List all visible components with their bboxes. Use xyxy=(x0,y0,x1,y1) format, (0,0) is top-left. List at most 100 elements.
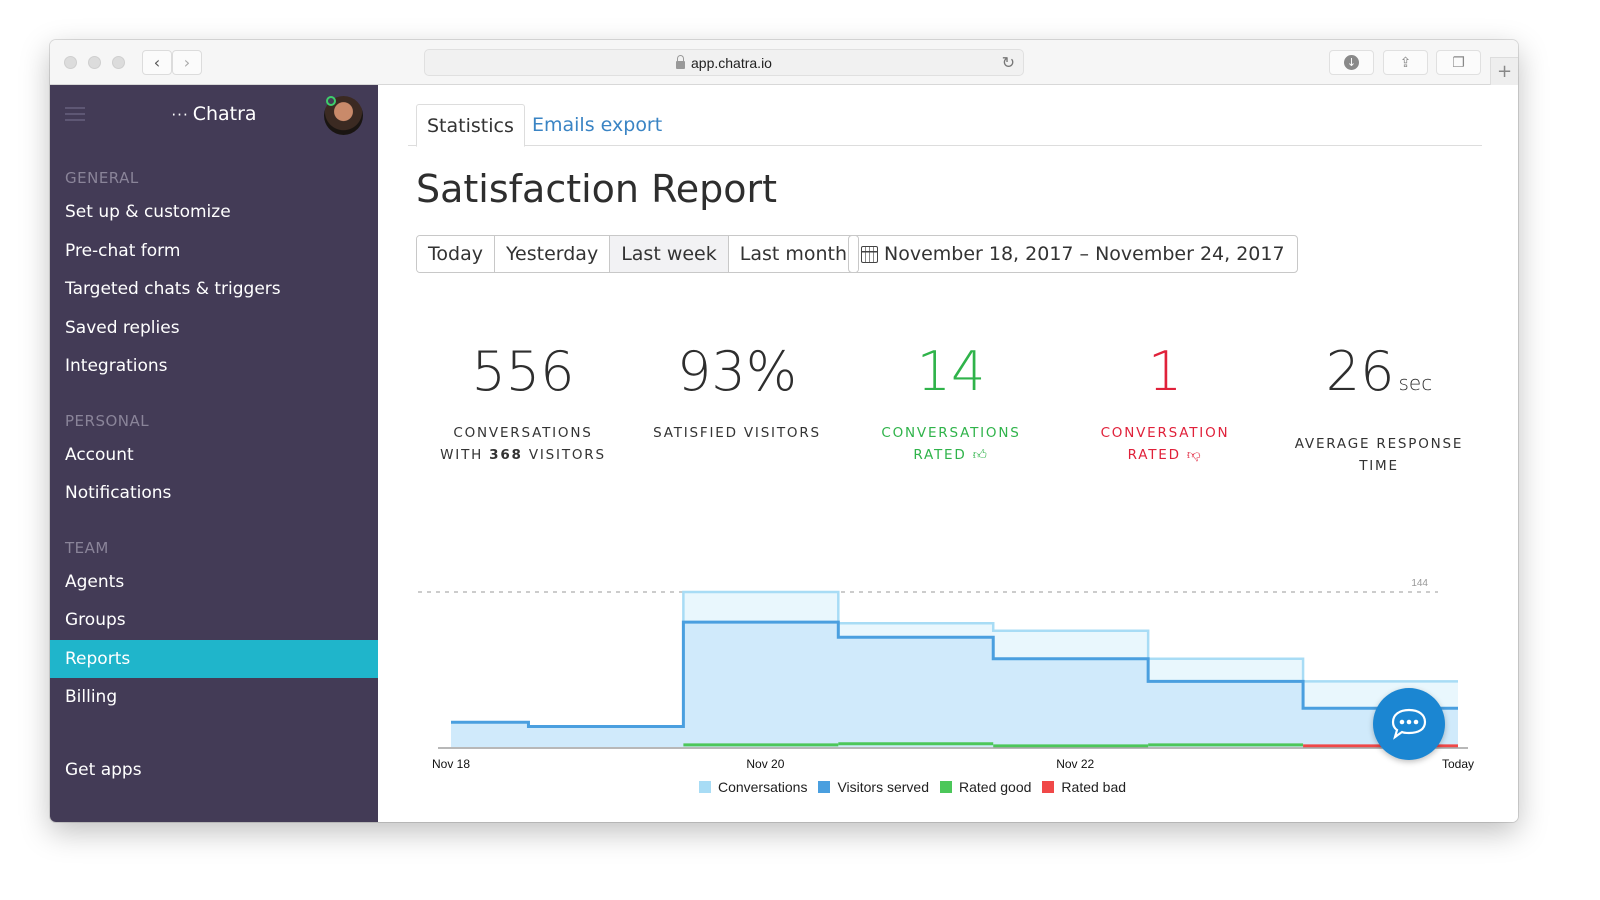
sidebar-item-setup[interactable]: Set up & customize xyxy=(50,193,378,232)
x-tick-label: Today xyxy=(1442,757,1474,771)
zoom-window-button[interactable] xyxy=(112,56,125,69)
period-selector: Today Yesterday Last week Last month xyxy=(416,235,860,273)
stat-label-line: RATED 👍︎ xyxy=(913,447,989,463)
ellipsis-icon: ··· xyxy=(171,106,189,124)
calendar-icon xyxy=(861,245,878,263)
stat-label: CONVERSATIONS RATED 👍︎ xyxy=(844,422,1058,466)
sidebar-header: ··· Chatra xyxy=(50,85,378,145)
sidebar-item-integrations[interactable]: Integrations xyxy=(50,347,378,386)
tabs-icon: ❐ xyxy=(1452,54,1465,71)
stat-satisfied-visitors: 93% SATISFIED VISITORS xyxy=(630,340,844,477)
browser-window: ‹ › app.chatra.io ↻ ↓ ⇪ ❐ + ··· Chatra GE… xyxy=(50,40,1518,822)
legend-label: Visitors served xyxy=(837,779,930,795)
url-text: app.chatra.io xyxy=(691,54,772,71)
stat-label-line: WITH 368 VISITORS xyxy=(440,447,606,463)
tab-statistics[interactable]: Statistics xyxy=(416,104,525,147)
sidebar-item-saved-replies[interactable]: Saved replies xyxy=(50,309,378,348)
legend-item[interactable]: Rated bad xyxy=(1042,779,1126,795)
main-content: Statistics Emails export Satisfaction Re… xyxy=(378,85,1518,822)
legend-label: Conversations xyxy=(717,779,808,795)
reload-icon[interactable]: ↻ xyxy=(1002,53,1015,73)
minimize-window-button[interactable] xyxy=(88,56,101,69)
tabs-overview-button[interactable]: ❐ xyxy=(1436,50,1481,75)
sidebar-item-targeted-chats[interactable]: Targeted chats & triggers xyxy=(50,270,378,309)
sidebar-item-get-apps[interactable]: Get apps xyxy=(50,751,378,790)
stat-label-line: CONVERSATION xyxy=(1100,425,1230,441)
tab-emails-export[interactable]: Emails export xyxy=(522,104,672,147)
legend-item[interactable]: Conversations xyxy=(698,779,808,795)
stat-value: 14 xyxy=(916,340,986,403)
stat-value: 556 xyxy=(471,340,575,403)
downloads-button[interactable]: ↓ xyxy=(1329,50,1374,75)
sidebar-item-agents[interactable]: Agents xyxy=(50,563,378,602)
page-title: Satisfaction Report xyxy=(416,167,778,211)
legend-label: Rated good xyxy=(959,779,1032,795)
thumbs-down-icon: 👎︎ xyxy=(1186,447,1203,463)
plus-icon: + xyxy=(1496,61,1513,82)
address-bar[interactable]: app.chatra.io ↻ xyxy=(424,49,1024,76)
back-button[interactable]: ‹ xyxy=(142,50,172,75)
period-today-button[interactable]: Today xyxy=(417,236,495,272)
satisfaction-chart: 144 Nov 18 Nov 20 Nov 22 Today Conversations… xyxy=(418,565,1518,795)
section-team: TEAM xyxy=(65,538,109,557)
forward-button[interactable]: › xyxy=(172,50,202,75)
stat-avg-response-time: 26 sec AVERAGE RESPONSE TIME xyxy=(1272,340,1486,477)
lock-icon xyxy=(676,54,686,69)
stat-rated-good: 14 CONVERSATIONS RATED 👍︎ xyxy=(844,340,1058,477)
stat-conversations: 556 CONVERSATIONS WITH 368 VISITORS xyxy=(416,340,630,477)
legend-item[interactable]: Rated good xyxy=(940,779,1031,795)
stat-value: 93% xyxy=(676,340,798,403)
close-window-button[interactable] xyxy=(64,56,77,69)
stat-unit: sec xyxy=(1398,371,1433,395)
date-range-picker[interactable]: November 18, 2017 – November 24, 2017 xyxy=(848,235,1298,273)
stat-rated-bad: 1 CONVERSATION RATED 👎︎ xyxy=(1058,340,1272,477)
stat-label: AVERAGE RESPONSE TIME xyxy=(1272,433,1486,477)
browser-toolbar: ‹ › app.chatra.io ↻ ↓ ⇪ ❐ + xyxy=(50,40,1518,85)
stat-value: 1 xyxy=(1147,340,1183,403)
new-tab-button[interactable]: + xyxy=(1490,57,1518,85)
stat-label: CONVERSATION RATED 👎︎ xyxy=(1058,422,1272,466)
legend-swatch xyxy=(818,781,831,793)
stat-value: 26 sec xyxy=(1325,340,1433,403)
chat-bubble-icon xyxy=(1391,708,1427,740)
period-yesterday-button[interactable]: Yesterday xyxy=(494,236,611,272)
sidebar-item-reports[interactable]: Reports xyxy=(50,639,378,678)
visitors-count: 368 xyxy=(489,447,523,463)
legend-swatch xyxy=(1042,781,1055,793)
stat-label: SATISFIED VISITORS xyxy=(653,425,821,441)
x-tick-label: Nov 22 xyxy=(1056,757,1094,771)
legend-swatch xyxy=(698,781,711,793)
stat-label-line: CONVERSATIONS xyxy=(453,425,593,441)
section-general: GENERAL xyxy=(65,169,139,187)
date-range-text: November 18, 2017 – November 24, 2017 xyxy=(884,243,1285,265)
sidebar-item-notifications[interactable]: Notifications xyxy=(50,474,378,513)
download-icon: ↓ xyxy=(1344,55,1359,70)
stat-label-line: CONVERSATIONS xyxy=(881,425,1021,441)
stat-label: CONVERSATIONS WITH 368 VISITORS xyxy=(416,422,630,466)
chevron-left-icon: ‹ xyxy=(153,53,161,72)
period-last-month-button[interactable]: Last month xyxy=(728,236,859,272)
legend-swatch xyxy=(940,781,953,793)
share-icon: ⇪ xyxy=(1399,54,1412,71)
legend-label: Rated bad xyxy=(1061,779,1127,795)
period-last-week-button[interactable]: Last week xyxy=(610,236,729,272)
online-status-icon xyxy=(326,96,336,106)
stat-label-line: AVERAGE RESPONSE xyxy=(1294,436,1464,452)
stat-label-line: RATED 👎︎ xyxy=(1127,447,1203,463)
stat-label-line: TIME xyxy=(1359,458,1399,474)
sidebar-item-groups[interactable]: Groups xyxy=(50,601,378,640)
brand-label: Chatra xyxy=(192,103,257,125)
reference-label: 144 xyxy=(1411,578,1428,589)
chat-widget-button[interactable] xyxy=(1373,688,1445,760)
sidebar-item-account[interactable]: Account xyxy=(50,436,378,475)
share-button[interactable]: ⇪ xyxy=(1383,50,1428,75)
x-tick-label: Nov 20 xyxy=(746,757,784,771)
chart-legend: Conversations Visitors served Rated good Ra… xyxy=(368,779,1468,795)
sidebar-item-prechat-form[interactable]: Pre-chat form xyxy=(50,232,378,271)
legend-item[interactable]: Visitors served xyxy=(818,779,929,795)
chart-svg: 144 Nov 18 Nov 20 Nov 22 Today xyxy=(418,578,1474,771)
sidebar-item-billing[interactable]: Billing xyxy=(50,678,378,717)
sidebar: ··· Chatra GENERAL Set up & customize Pre… xyxy=(50,85,378,822)
x-tick-label: Nov 18 xyxy=(432,757,470,771)
tab-bar: Statistics Emails export xyxy=(408,104,1482,147)
